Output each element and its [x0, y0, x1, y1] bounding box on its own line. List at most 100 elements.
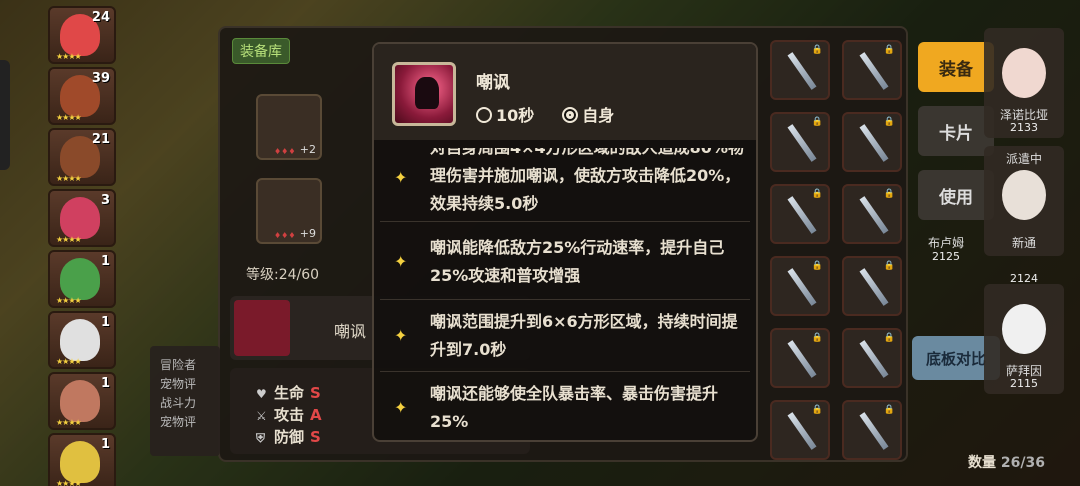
equipment-item[interactable]: 🔒 [770, 256, 830, 316]
hero-card[interactable]: 1 ★★★★ [48, 311, 116, 369]
equipment-item[interactable]: 🔒 [842, 400, 902, 460]
equip-button[interactable]: 装备 [918, 42, 994, 92]
shield-icon: ⛨ [256, 431, 266, 445]
star-icon: ✦ [394, 326, 408, 345]
card-button[interactable]: 卡片 [918, 106, 994, 156]
hero-avatar [60, 197, 100, 239]
info-line: 宠物评 [160, 415, 197, 429]
equipment-item[interactable]: 🔒 [842, 256, 902, 316]
lock-icon: 🔒 [811, 261, 823, 271]
sword-icon [787, 340, 817, 378]
hero-avatar [60, 441, 100, 483]
effect-item: ✦ 嘲讽范围提升到6×6方形区域，持续时间提升到7.0秒 [380, 300, 750, 372]
hero-card[interactable]: 24 ★★★★ [48, 6, 116, 64]
hero-card[interactable]: 3 ★★★★ [48, 189, 116, 247]
hero-card[interactable]: 1 ★★★★ [48, 250, 116, 308]
taunt-skill-icon [392, 62, 456, 126]
lock-icon: 🔒 [811, 405, 823, 415]
hero-stars: ★★★★ [56, 52, 82, 61]
use-button[interactable]: 使用 [918, 170, 994, 220]
side-handle[interactable] [0, 60, 10, 170]
hero-card[interactable]: 39 ★★★★ [48, 67, 116, 125]
hero-stars: ★★★★ [56, 418, 82, 427]
pet-card[interactable]: 泽诺比垭 2133 [984, 28, 1064, 138]
star-icon: ✦ [394, 168, 408, 187]
pet-avatar [1002, 48, 1046, 98]
info-line: 战斗力 [160, 396, 197, 410]
pet-card[interactable]: 派遣中 新通 [984, 146, 1064, 256]
sword-icon [859, 268, 889, 306]
target: 自身 [562, 102, 614, 126]
taunt-skill-icon [234, 300, 290, 356]
skill-meta: 10秒 自身 [476, 102, 614, 126]
effect-item: ✦ 嘲讽还能够使全队暴击率、暴击伤害提升25% [394, 384, 719, 431]
hero-avatar [60, 258, 100, 300]
hero-stars: ★★★★ [56, 357, 82, 366]
hero-level-badge: 1 [100, 315, 110, 330]
star-icon: ✦ [394, 398, 408, 417]
equip-slot-weapon[interactable]: ♦♦♦ +2 [256, 94, 322, 160]
hero-level-badge: 1 [100, 437, 110, 452]
skill-title: 嘲讽 [476, 73, 510, 93]
inventory-count: 数量 26/36 [968, 455, 1045, 471]
equipment-item[interactable]: 🔒 [770, 40, 830, 100]
sword-icon [787, 196, 817, 234]
lock-icon: 🔒 [811, 189, 823, 199]
pet-status: 派遣中 [1005, 152, 1042, 166]
equipment-item[interactable]: 🔒 [770, 400, 830, 460]
adventurer-info: 冒险者 宠物评 战斗力 宠物评 [150, 346, 220, 456]
equipment-item[interactable]: 🔒 [842, 40, 902, 100]
hero-level-badge: 3 [100, 193, 110, 208]
skill-tooltip: 嘲讽 10秒 自身 ✦ 对自身周围4×4方形区域的敌人造成80%物理伤害并施加嘲… [372, 42, 758, 442]
skill-name: 嘲讽 [334, 322, 367, 341]
hero-stars: ★★★★ [56, 296, 82, 305]
equipment-item[interactable]: 🔒 [770, 184, 830, 244]
equipment-item[interactable]: 🔒 [842, 328, 902, 388]
equipment-item[interactable]: 🔒 [770, 112, 830, 172]
lock-icon: 🔒 [883, 405, 895, 415]
pet-avatar [1002, 304, 1046, 354]
stat-hp: ♥ 生命 S [256, 384, 321, 402]
effect-item: ✦ 对自身周围4×4方形区域的敌人造成80%物理伤害并施加嘲讽，使敌方攻击降低2… [380, 148, 750, 222]
heart-icon: ♥ [256, 387, 267, 401]
hero-card[interactable]: 1 ★★★★ [48, 433, 116, 486]
sword-icon [787, 412, 817, 450]
pet-score: 2133 [1010, 121, 1038, 134]
hero-card[interactable]: 1 ★★★★ [48, 372, 116, 430]
lock-icon: 🔒 [811, 117, 823, 127]
hero-level-badge: 24 [91, 10, 110, 25]
lock-icon: 🔒 [883, 333, 895, 343]
lock-icon: 🔒 [883, 261, 895, 271]
sword-icon [787, 124, 817, 162]
game-screen: 24 ★★★★ 39 ★★★★ 21 ★★★★ 3 ★★★★ 1 ★★★★ 1 ★★★★ 1 ★★★★ 1 ★… [0, 0, 1080, 486]
cooldown: 10秒 [476, 102, 534, 126]
enhance-level: +2 [299, 143, 316, 156]
tooltip-header: 嘲讽 10秒 自身 [374, 44, 756, 140]
hero-level-badge: 1 [100, 254, 110, 269]
hero-level-badge: 39 [91, 71, 110, 86]
armory-tab[interactable]: 装备库 [232, 38, 290, 64]
lock-icon: 🔒 [883, 45, 895, 55]
hero-level: 等级:24/60 [246, 267, 320, 283]
enhance-level: +9 [299, 227, 316, 240]
hero-card[interactable]: 21 ★★★★ [48, 128, 116, 186]
sword-icon [859, 124, 889, 162]
target-icon [562, 107, 579, 123]
pet-card[interactable]: 萨拜因 2115 [984, 284, 1064, 394]
info-line: 冒险者 [160, 358, 197, 372]
lock-icon: 🔒 [883, 117, 895, 127]
equipment-item[interactable]: 🔒 [842, 184, 902, 244]
equip-slot-armor[interactable]: ♦♦♦ +9 [256, 178, 322, 244]
hero-list: 24 ★★★★ 39 ★★★★ 21 ★★★★ 3 ★★★★ 1 ★★★★ 1 ★★★★ 1 ★★★★ 1 ★… [48, 6, 118, 486]
lock-icon: 🔒 [883, 189, 895, 199]
sword-icon [859, 52, 889, 90]
equipment-item[interactable]: 🔒 [770, 328, 830, 388]
sword-icon [859, 412, 889, 450]
clock-icon [476, 107, 492, 123]
equipment-item[interactable]: 🔒 [842, 112, 902, 172]
hero-level-badge: 21 [91, 132, 110, 147]
sword-icon [787, 52, 817, 90]
hero-stars: ★★★★ [56, 235, 82, 244]
rarity-pips: ♦♦♦ [274, 231, 296, 240]
pet-label: 布卢姆 2125 [927, 236, 964, 263]
